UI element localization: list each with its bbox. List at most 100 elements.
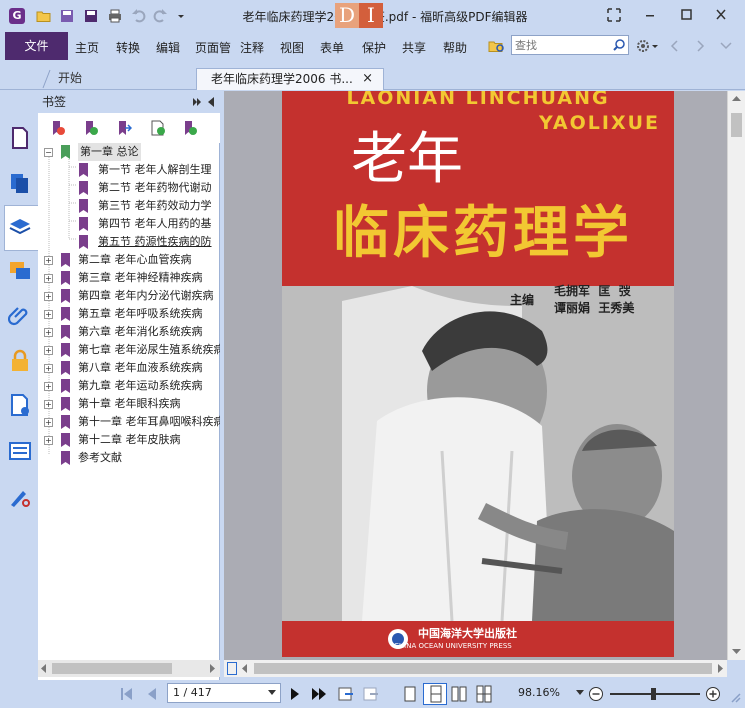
menu-protect[interactable]: 保护 bbox=[362, 39, 386, 56]
zoom-in-icon[interactable] bbox=[705, 686, 721, 702]
bookmark-chapter-2[interactable]: + 第二章 老年心血管疾病 bbox=[38, 251, 220, 269]
page-number-field[interactable]: 1 / 417 bbox=[167, 683, 281, 703]
search-icon[interactable] bbox=[612, 38, 626, 52]
scroll-down-icon[interactable] bbox=[732, 647, 741, 655]
add-bookmark-icon[interactable] bbox=[83, 120, 99, 136]
delete-bookmark-icon[interactable] bbox=[50, 120, 66, 136]
bookmark-section-3[interactable]: 第三节 老年药效动力学 bbox=[38, 197, 220, 215]
next-view-icon[interactable] bbox=[362, 685, 380, 703]
next-arrow-icon[interactable] bbox=[695, 38, 707, 54]
menu-home[interactable]: 主页 bbox=[75, 39, 99, 56]
vertical-scrollbar[interactable] bbox=[727, 91, 745, 660]
bookmark-section-1[interactable]: 第一节 老年人解剖生理 bbox=[38, 161, 220, 179]
open-folder-icon[interactable] bbox=[36, 8, 52, 24]
bookmarks-horizontal-scrollbar[interactable] bbox=[38, 660, 220, 677]
menu-view[interactable]: 视图 bbox=[280, 39, 304, 56]
expand-toggle-icon[interactable]: + bbox=[44, 418, 53, 427]
find-folder-icon[interactable] bbox=[488, 38, 506, 54]
tab-start[interactable]: 开始 bbox=[44, 68, 196, 90]
scroll-up-icon[interactable] bbox=[732, 95, 741, 103]
scroll-right-icon[interactable] bbox=[208, 664, 216, 673]
page-dropdown-icon[interactable] bbox=[268, 690, 276, 696]
scroll-thumb[interactable] bbox=[731, 113, 742, 137]
expand-toggle-icon[interactable]: + bbox=[44, 256, 53, 265]
print-icon[interactable] bbox=[107, 8, 123, 24]
find-input[interactable] bbox=[512, 36, 608, 54]
previous-page-icon[interactable] bbox=[146, 687, 158, 701]
signature-icon[interactable] bbox=[8, 485, 32, 509]
scroll-thumb[interactable] bbox=[254, 663, 712, 674]
zoom-level[interactable]: 98.16% bbox=[518, 686, 560, 699]
ribbon-expand-icon[interactable] bbox=[719, 38, 733, 54]
expand-toggle-icon[interactable]: + bbox=[44, 364, 53, 373]
last-page-icon[interactable] bbox=[311, 687, 327, 701]
horizontal-scrollbar[interactable] bbox=[224, 660, 727, 677]
attachments-icon[interactable] bbox=[8, 304, 32, 328]
previous-view-icon[interactable] bbox=[337, 685, 355, 703]
page-thumbnails-icon[interactable] bbox=[8, 171, 32, 195]
layers-icon[interactable] bbox=[8, 215, 32, 239]
previous-arrow-icon[interactable] bbox=[668, 38, 680, 54]
zoom-dropdown-icon[interactable] bbox=[576, 690, 584, 696]
close-icon[interactable] bbox=[710, 6, 732, 24]
bookmark-properties-icon[interactable] bbox=[182, 120, 198, 136]
tab-document[interactable]: 老年临床药理学2006 书... × bbox=[196, 68, 384, 90]
expand-toggle-icon[interactable]: + bbox=[44, 346, 53, 355]
bookmark-chapter-8[interactable]: + 第八章 老年血液系统疾病 bbox=[38, 359, 220, 377]
menu-help[interactable]: 帮助 bbox=[443, 39, 467, 56]
customize-chevron-icon[interactable] bbox=[176, 8, 186, 24]
bookmark-chapter-7[interactable]: + 第七章 老年泌尿生殖系统疾病 bbox=[38, 341, 220, 359]
bookmark-chapter-3[interactable]: + 第三章 老年神经精神疾病 bbox=[38, 269, 220, 287]
bookmark-chapter-9[interactable]: + 第九章 老年运动系统疾病 bbox=[38, 377, 220, 395]
bookmark-references[interactable]: 参考文献 bbox=[38, 449, 220, 467]
expand-toggle-icon[interactable]: + bbox=[44, 382, 53, 391]
expand-toggle-icon[interactable]: + bbox=[44, 274, 53, 283]
expand-toggle-icon[interactable]: + bbox=[44, 328, 53, 337]
collapse-toggle-icon[interactable]: − bbox=[44, 148, 53, 157]
bookmark-section-2[interactable]: 第二节 老年药物代谢动 bbox=[38, 179, 220, 197]
scroll-left-icon[interactable] bbox=[241, 664, 249, 673]
file-menu-button[interactable]: 文件 bbox=[5, 32, 68, 60]
panel-collapse-icon[interactable] bbox=[206, 96, 216, 108]
bookmark-chapter-1[interactable]: − 第一章 总论 bbox=[38, 143, 220, 161]
continuous-view-button[interactable] bbox=[423, 683, 447, 705]
bookmark-chapter-4[interactable]: + 第四章 老年内分泌代谢疾病 bbox=[38, 287, 220, 305]
bookmark-section-5[interactable]: 第五节 药源性疾病的防 bbox=[38, 233, 220, 251]
expand-toggle-icon[interactable]: + bbox=[44, 310, 53, 319]
menu-form[interactable]: 表单 bbox=[320, 39, 344, 56]
next-page-icon[interactable] bbox=[289, 687, 301, 701]
continuous-facing-view-icon[interactable] bbox=[476, 685, 492, 703]
scroll-thumb[interactable] bbox=[52, 663, 172, 674]
security-lock-icon[interactable] bbox=[8, 349, 32, 373]
zoom-out-icon[interactable] bbox=[588, 686, 604, 702]
app-logo-icon[interactable]: G bbox=[9, 8, 25, 24]
maximize-icon[interactable] bbox=[675, 6, 697, 24]
scroll-left-icon[interactable] bbox=[40, 664, 48, 673]
settings-gear-icon[interactable] bbox=[635, 38, 659, 54]
form-fields-icon[interactable] bbox=[8, 439, 32, 463]
facing-view-icon[interactable] bbox=[451, 685, 467, 703]
minimize-icon[interactable] bbox=[639, 6, 661, 24]
bookmark-arrow-icon[interactable] bbox=[116, 120, 132, 136]
bookmark-chapter-10[interactable]: + 第十章 老年眼科疾病 bbox=[38, 395, 220, 413]
resize-grip-icon[interactable] bbox=[728, 690, 742, 704]
menu-convert[interactable]: 转换 bbox=[116, 39, 140, 56]
bookmark-chapter-12[interactable]: + 第十二章 老年皮肤病 bbox=[38, 431, 220, 449]
tab-close-icon[interactable]: × bbox=[362, 69, 373, 89]
menu-comment[interactable]: 注释 bbox=[240, 39, 264, 56]
first-page-icon[interactable] bbox=[120, 687, 134, 701]
bookmark-chapter-6[interactable]: + 第六章 老年消化系统疾病 bbox=[38, 323, 220, 341]
redo-icon[interactable] bbox=[152, 8, 168, 24]
undo-icon[interactable] bbox=[131, 8, 147, 24]
expand-toggle-icon[interactable]: + bbox=[44, 436, 53, 445]
single-page-view-icon[interactable] bbox=[403, 685, 417, 703]
bookmark-chapter-11[interactable]: + 第十一章 老年耳鼻咽喉科疾病 bbox=[38, 413, 220, 431]
menu-share[interactable]: 共享 bbox=[402, 39, 426, 56]
zoom-slider-thumb[interactable] bbox=[651, 688, 656, 700]
comments-icon[interactable] bbox=[8, 259, 32, 283]
fullscreen-icon[interactable] bbox=[603, 6, 625, 24]
menu-edit[interactable]: 编辑 bbox=[156, 39, 180, 56]
document-properties-icon[interactable] bbox=[8, 393, 32, 417]
scroll-right-icon[interactable] bbox=[716, 664, 724, 673]
bookmark-panel-icon[interactable] bbox=[8, 126, 32, 150]
